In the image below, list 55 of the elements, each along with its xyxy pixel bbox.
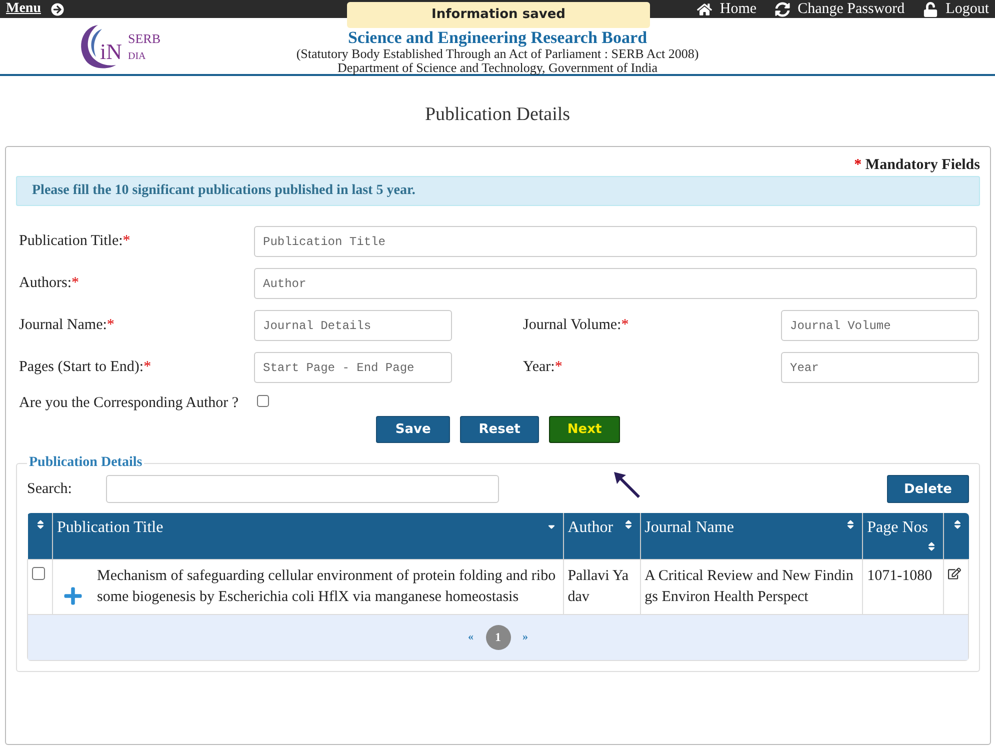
sort-icon[interactable] (622, 519, 634, 530)
field-label: Pages (Start to End):* (18, 359, 152, 376)
form-button[interactable]: Reset (460, 416, 540, 443)
sort-icon[interactable] (845, 519, 856, 530)
delete-button[interactable]: Delete (887, 475, 969, 503)
sort-icon[interactable] (952, 519, 962, 530)
field-label: Year:* (522, 359, 564, 376)
input-field[interactable]: Year (781, 352, 979, 383)
table-cell-text: Mechanism of safeguarding cellular environment of protein folding and ribosome biogenesis by Escherichia coli HflX via manganese homeostasis (96, 566, 557, 606)
field-label: Journal Name:* (18, 317, 116, 334)
nav-link[interactable]: Change Password (774, 0, 905, 18)
organization-title: Science and Engineering Research Board (348, 29, 648, 47)
sort-icon[interactable] (926, 541, 937, 552)
page-title: Publication Details (424, 104, 572, 126)
input-field[interactable]: Journal Details (254, 310, 452, 341)
section-legend: Publication Details (27, 455, 144, 471)
search-field[interactable] (106, 475, 499, 503)
input-field[interactable]: Start Page - End Page (254, 352, 452, 383)
search-label: Search: (27, 480, 73, 498)
expand-icon[interactable] (62, 586, 83, 606)
edit-icon[interactable] (948, 566, 961, 580)
form-button[interactable]: Save (376, 416, 450, 443)
field-label: Journal Volume:* (522, 317, 630, 334)
department-name: Department of Science and Technology, Government of India (337, 61, 658, 75)
field-label: Publication Title:* (18, 233, 132, 250)
home-icon (696, 2, 712, 16)
next-button[interactable]: Next (549, 416, 620, 443)
column-header[interactable]: Author (563, 513, 640, 559)
pointer-icon (612, 470, 642, 498)
organization-subtitle: (Statutory Body Established Through an Act of Parliament : SERB Act 2008) (296, 47, 699, 61)
field-label: Authors:* (18, 275, 80, 292)
info-message: Please fill the 10 significant publications published in last 5 year. (16, 176, 980, 206)
next-page-link[interactable]: » (522, 631, 528, 644)
refresh-icon (774, 2, 790, 16)
mandatory-note: * Mandatory Fields (853, 157, 980, 174)
table-cell: A Critical Review and New Findings Environ Health Perspect (640, 559, 863, 614)
toast-message: Information saved (347, 2, 650, 28)
checkbox[interactable] (257, 395, 269, 407)
menu-link[interactable]: Menu (6, 1, 41, 17)
sort-icon[interactable] (34, 519, 46, 530)
nav-link[interactable]: Logout (922, 0, 989, 18)
table-cell: 1071-1080 (862, 559, 944, 614)
input-field[interactable]: Journal Volume (781, 310, 979, 341)
previous-page-link[interactable]: « (468, 631, 474, 644)
nav-link[interactable]: Home (696, 0, 757, 18)
column-header[interactable]: Journal Name (640, 513, 863, 559)
page-number[interactable]: 1 (486, 624, 510, 650)
unlock-icon (922, 2, 938, 16)
input-field[interactable]: Author (254, 268, 977, 299)
column-header[interactable]: Publication Title (52, 513, 564, 559)
column-header[interactable]: Page Nos (862, 513, 944, 559)
input-field[interactable]: Publication Title (254, 226, 977, 257)
row-checkbox[interactable] (32, 566, 45, 580)
table-cell: Pallavi Yadav (563, 559, 640, 614)
field-label: Are you the Corresponding Author ? (18, 394, 240, 413)
